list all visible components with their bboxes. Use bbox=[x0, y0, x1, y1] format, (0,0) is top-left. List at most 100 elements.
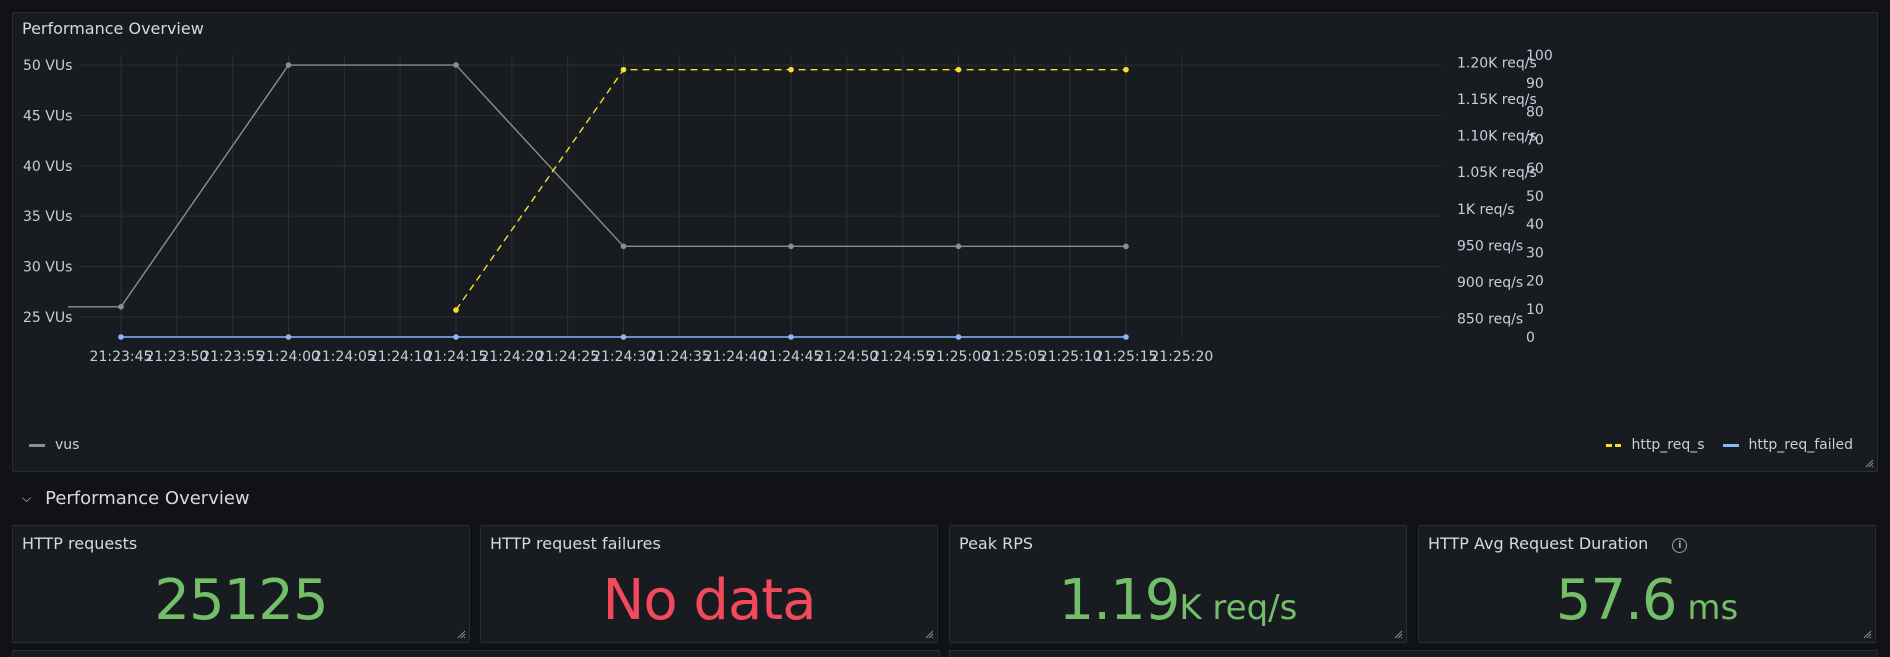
next-panel-edge bbox=[949, 650, 1878, 657]
data-point-http-req-s bbox=[620, 66, 627, 73]
stat-number: 25125 bbox=[154, 568, 328, 633]
info-icon[interactable]: i bbox=[1672, 538, 1688, 553]
data-point-vus bbox=[453, 62, 459, 68]
legend-right: http_req_s http_req_failed bbox=[1605, 437, 1853, 453]
data-point-vus bbox=[620, 243, 627, 250]
resize-handle-icon[interactable] bbox=[456, 629, 466, 639]
legend-swatch-http-req-s bbox=[1605, 443, 1622, 447]
x-tick-label: 21:23:50 bbox=[145, 349, 208, 365]
stat-value: 25125 bbox=[13, 568, 469, 633]
stat-value: No data bbox=[481, 568, 937, 633]
x-tick-label: 21:24:40 bbox=[704, 349, 767, 365]
legend-swatch-http-req-failed bbox=[1722, 443, 1739, 447]
right2-y-tick-label: 40 bbox=[1526, 217, 1544, 233]
stat-panel-http-requests[interactable]: HTTP requests 25125 bbox=[12, 525, 470, 643]
stat-unit: ms bbox=[1676, 588, 1739, 628]
x-tick-label: 21:25:00 bbox=[927, 349, 990, 365]
data-point-http-req-s bbox=[788, 66, 794, 73]
resize-handle-icon[interactable] bbox=[924, 629, 934, 639]
data-point-http-req-failed bbox=[1123, 334, 1129, 340]
legend-swatch-vus bbox=[29, 443, 45, 447]
right1-y-tick-label: 850 req/s bbox=[1457, 312, 1523, 328]
right1-y-tick-label: 1.15K req/s bbox=[1457, 92, 1537, 108]
stat-panel-peak-rps[interactable]: Peak RPS 1.19K req/s bbox=[949, 525, 1407, 643]
data-point-http-req-failed bbox=[788, 334, 794, 340]
x-tick-label: 21:24:05 bbox=[313, 349, 376, 365]
right1-y-tick-label: 1.10K req/s bbox=[1457, 129, 1537, 145]
data-point-http-req-s bbox=[453, 307, 459, 313]
legend-left: vus bbox=[29, 437, 79, 453]
resize-handle-icon[interactable] bbox=[1862, 629, 1872, 639]
stat-title: Peak RPS bbox=[959, 534, 1033, 553]
stat-title: HTTP Avg Request Duration i bbox=[1428, 534, 1688, 553]
right1-y-tick-label: 950 req/s bbox=[1457, 238, 1523, 254]
legend-label-http-req-s: http_req_s bbox=[1631, 437, 1705, 453]
data-point-http-req-failed bbox=[620, 334, 627, 340]
data-point-http-req-failed bbox=[453, 334, 459, 340]
stat-value: 1.19K req/s bbox=[950, 568, 1406, 633]
x-tick-label: 21:25:10 bbox=[1039, 349, 1102, 365]
right2-y-tick-label: 20 bbox=[1526, 274, 1544, 290]
next-panel-edge bbox=[12, 650, 940, 657]
x-tick-label: 21:24:25 bbox=[536, 349, 599, 365]
legend-label-vus[interactable]: vus bbox=[55, 437, 79, 453]
x-tick-label: 21:24:35 bbox=[648, 349, 711, 365]
right2-y-tick-label: 60 bbox=[1526, 161, 1544, 177]
x-tick-label: 21:25:20 bbox=[1150, 349, 1213, 365]
right1-y-tick-label: 900 req/s bbox=[1457, 275, 1523, 291]
x-tick-label: 21:24:00 bbox=[257, 349, 320, 365]
section-row-header[interactable]: ⌵ Performance Overview bbox=[22, 484, 250, 512]
right2-y-tick-label: 0 bbox=[1526, 330, 1535, 346]
data-point-vus bbox=[788, 243, 794, 250]
data-point-vus bbox=[285, 62, 292, 68]
stat-number: 1.19 bbox=[1058, 568, 1181, 633]
resize-handle-icon[interactable] bbox=[1864, 458, 1874, 468]
left-y-tick-label: 35 VUs bbox=[23, 209, 72, 225]
x-tick-label: 21:24:50 bbox=[815, 349, 878, 365]
left-y-tick-label: 40 VUs bbox=[23, 159, 72, 175]
right2-y-tick-label: 90 bbox=[1526, 76, 1544, 92]
x-tick-label: 21:23:45 bbox=[90, 349, 153, 365]
left-y-tick-label: 50 VUs bbox=[23, 58, 72, 74]
data-point-http-req-failed bbox=[285, 334, 292, 340]
stat-unit: K req/s bbox=[1179, 588, 1298, 628]
x-tick-label: 21:25:05 bbox=[983, 349, 1046, 365]
data-point-vus bbox=[118, 303, 124, 310]
right2-y-tick-label: 30 bbox=[1526, 245, 1544, 261]
right2-y-tick-label: 70 bbox=[1526, 133, 1544, 149]
stat-title: HTTP request failures bbox=[490, 534, 661, 553]
timeseries-chart[interactable]: 21:23:4521:23:5021:23:5521:24:0021:24:05… bbox=[13, 13, 1879, 473]
stat-number: 57.6 bbox=[1555, 568, 1678, 633]
right1-y-tick-label: 1.05K req/s bbox=[1457, 165, 1537, 181]
right2-y-tick-label: 100 bbox=[1526, 48, 1553, 64]
x-tick-label: 21:24:20 bbox=[480, 349, 543, 365]
data-point-http-req-failed bbox=[955, 334, 962, 340]
left-y-tick-label: 45 VUs bbox=[23, 108, 72, 124]
x-tick-label: 21:23:55 bbox=[201, 349, 264, 365]
x-tick-label: 21:24:10 bbox=[369, 349, 432, 365]
stat-title: HTTP requests bbox=[22, 534, 138, 553]
resize-handle-icon[interactable] bbox=[1393, 629, 1403, 639]
x-tick-label: 21:24:55 bbox=[871, 349, 934, 365]
left-y-tick-label: 25 VUs bbox=[23, 310, 72, 326]
timeseries-panel[interactable]: Performance Overview 21:23:45 21:23:50 21:… bbox=[12, 12, 1878, 472]
stat-title-text: HTTP Avg Request Duration bbox=[1428, 534, 1649, 553]
x-tick-label: 21:24:45 bbox=[760, 349, 823, 365]
stat-number: No data bbox=[602, 568, 816, 633]
legend-item-http-req-s[interactable]: http_req_s bbox=[1605, 437, 1705, 453]
chevron-down-icon[interactable]: ⌵ bbox=[22, 491, 31, 506]
data-point-http-req-s bbox=[1123, 66, 1129, 73]
x-tick-label: 21:25:15 bbox=[1095, 349, 1158, 365]
stat-panel-http-avg-request-duration[interactable]: HTTP Avg Request Duration i 57.6 ms bbox=[1418, 525, 1876, 643]
data-point-http-req-s bbox=[955, 66, 962, 73]
data-point-http-req-failed bbox=[118, 334, 124, 340]
legend-item-http-req-failed[interactable]: http_req_failed bbox=[1722, 437, 1853, 453]
right2-y-tick-label: 80 bbox=[1526, 104, 1544, 120]
right1-y-tick-label: 1.20K req/s bbox=[1457, 55, 1537, 71]
left-y-tick-label: 30 VUs bbox=[23, 260, 72, 276]
x-tick-label: 21:24:15 bbox=[425, 349, 488, 365]
section-title: Performance Overview bbox=[45, 487, 250, 509]
data-point-vus bbox=[1123, 243, 1129, 250]
stat-panel-http-request-failures[interactable]: HTTP request failures No data bbox=[480, 525, 938, 643]
series-line-vus bbox=[68, 64, 1126, 308]
